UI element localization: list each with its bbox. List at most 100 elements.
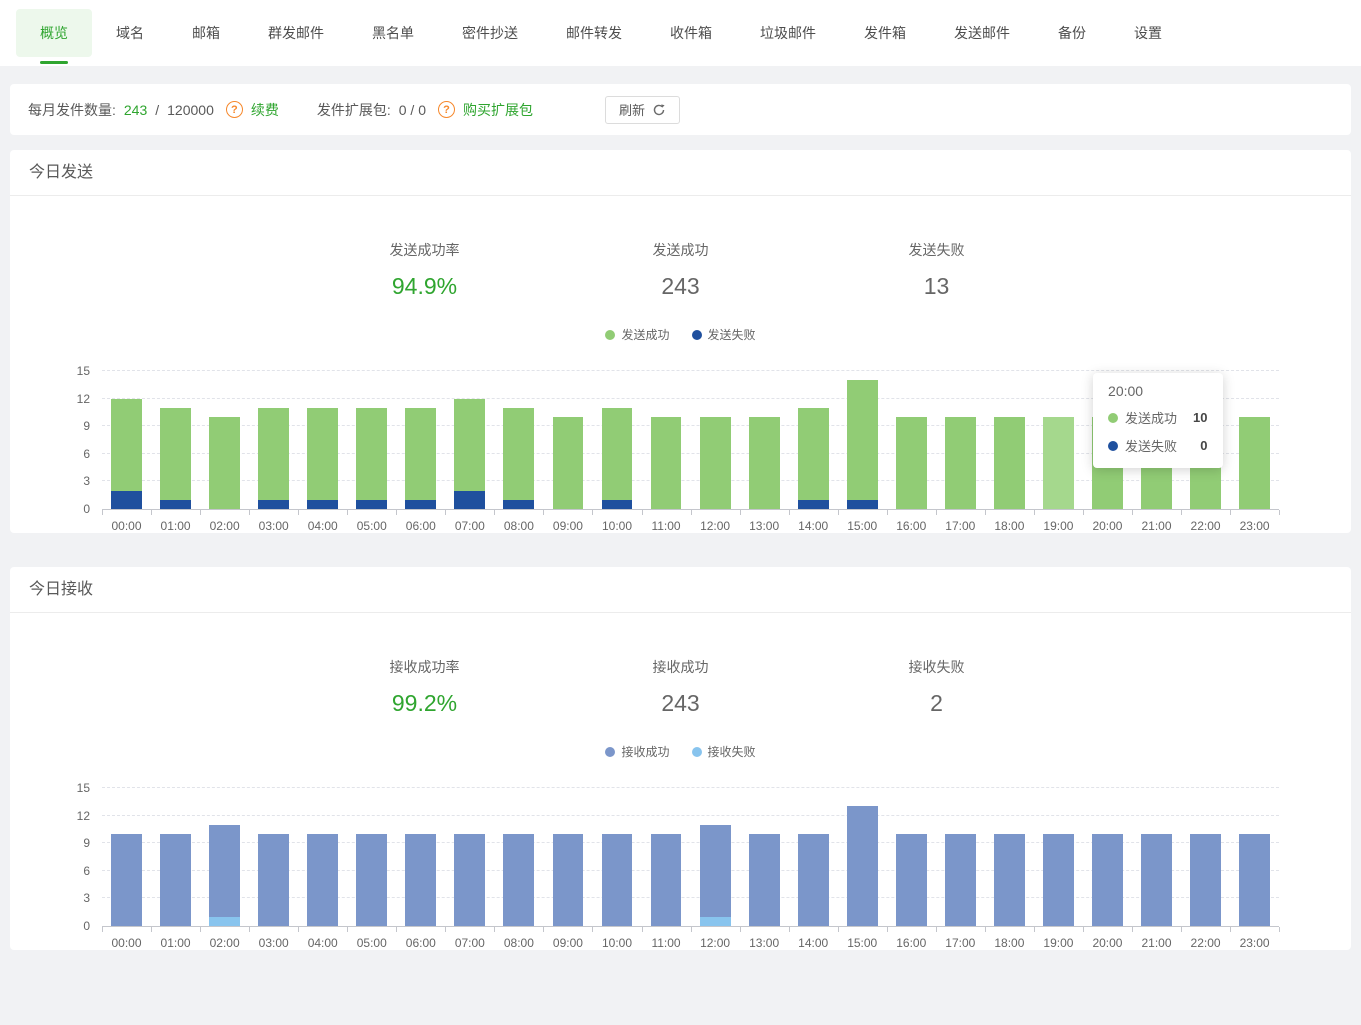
bar-04:00: [307, 371, 338, 509]
bar-column-23:00[interactable]: [1230, 371, 1279, 509]
legend-dot-icon: [605, 747, 615, 757]
bar-column-12:00[interactable]: [691, 788, 740, 926]
bar-column-22:00[interactable]: [1181, 788, 1230, 926]
monthly-quota-help-icon[interactable]: ?: [226, 101, 243, 118]
bar-column-16:00[interactable]: [887, 371, 936, 509]
bar-column-19:00[interactable]: [1034, 788, 1083, 926]
bar-column-04:00[interactable]: [298, 371, 347, 509]
bar-12:00: [700, 788, 731, 926]
tab-outbox[interactable]: 发件箱: [840, 9, 930, 57]
bar-column-06:00[interactable]: [396, 371, 445, 509]
tab-inbox[interactable]: 收件箱: [646, 9, 736, 57]
buy-extension-link[interactable]: 购买扩展包: [463, 100, 533, 120]
bar-column-08:00[interactable]: [494, 371, 543, 509]
发送成功-segment: [356, 408, 387, 500]
接收成功-segment: [356, 834, 387, 926]
tab-settings[interactable]: 设置: [1110, 9, 1186, 57]
发送成功-segment: [209, 417, 240, 509]
发送成功-segment: [798, 408, 829, 500]
tab-backup[interactable]: 备份: [1034, 9, 1110, 57]
bar-column-02:00[interactable]: [200, 371, 249, 509]
tab-spam[interactable]: 垃圾邮件: [736, 9, 840, 57]
bar-column-23:00[interactable]: [1230, 788, 1279, 926]
tab-overview[interactable]: 概览: [16, 9, 92, 57]
receive-legend-item[interactable]: 接收成功: [605, 743, 669, 760]
bar-column-07:00[interactable]: [445, 371, 494, 509]
receive-stat-value: 99.2%: [370, 690, 480, 717]
bar-00:00: [111, 371, 142, 509]
bar-column-02:00[interactable]: [200, 788, 249, 926]
bar-column-06:00[interactable]: [396, 788, 445, 926]
bar-column-00:00[interactable]: [102, 788, 151, 926]
bar-14:00: [798, 371, 829, 509]
renew-link[interactable]: 续费: [251, 100, 279, 120]
send-legend-label: 发送成功: [621, 326, 669, 343]
bar-column-18:00[interactable]: [985, 371, 1034, 509]
bar-23:00: [1239, 371, 1270, 509]
bar-column-15:00[interactable]: [838, 371, 887, 509]
legend-dot-icon: [692, 330, 702, 340]
bar-column-17:00[interactable]: [936, 371, 985, 509]
bar-column-10:00[interactable]: [592, 371, 641, 509]
bar-column-03:00[interactable]: [249, 371, 298, 509]
bar-column-12:00[interactable]: [691, 371, 740, 509]
bar-column-17:00[interactable]: [936, 788, 985, 926]
receive-chart-x-axis: 00:0001:0002:0003:0004:0005:0006:0007:00…: [102, 936, 1279, 950]
发送成功-segment: [258, 408, 289, 500]
tab-domain[interactable]: 域名: [92, 9, 168, 57]
send-legend-item[interactable]: 发送成功: [605, 326, 669, 343]
receive-stat-0: 接收成功率99.2%: [370, 657, 480, 717]
bar-column-03:00[interactable]: [249, 788, 298, 926]
send-legend-item[interactable]: 发送失败: [692, 326, 756, 343]
bar-column-18:00[interactable]: [985, 788, 1034, 926]
bar-column-09:00[interactable]: [543, 371, 592, 509]
bar-column-09:00[interactable]: [543, 788, 592, 926]
bar-column-13:00[interactable]: [740, 788, 789, 926]
bar-column-14:00[interactable]: [789, 371, 838, 509]
接收失败-segment: [209, 917, 240, 926]
bar-column-19:00[interactable]: [1034, 371, 1083, 509]
x-axis-label: 04:00: [298, 519, 347, 533]
x-axis-label: 21:00: [1132, 936, 1181, 950]
bar-column-20:00[interactable]: [1083, 788, 1132, 926]
bar-column-14:00[interactable]: [789, 788, 838, 926]
tab-bcc[interactable]: 密件抄送: [438, 9, 542, 57]
bar-08:00: [503, 371, 534, 509]
发送成功-segment: [307, 408, 338, 500]
bar-column-04:00[interactable]: [298, 788, 347, 926]
y-axis-label: 3: [83, 475, 90, 487]
tab-mailbox[interactable]: 邮箱: [168, 9, 244, 57]
bar-column-11:00[interactable]: [642, 788, 691, 926]
bar-column-15:00[interactable]: [838, 788, 887, 926]
bar-14:00: [798, 788, 829, 926]
bar-column-05:00[interactable]: [347, 788, 396, 926]
tab-bulk-mail[interactable]: 群发邮件: [244, 9, 348, 57]
x-axis-label: 03:00: [249, 519, 298, 533]
bar-column-01:00[interactable]: [151, 371, 200, 509]
bar-19:00: [1043, 788, 1074, 926]
bar-column-11:00[interactable]: [642, 371, 691, 509]
bar-column-10:00[interactable]: [592, 788, 641, 926]
发送失败-segment: [405, 500, 436, 509]
bar-column-01:00[interactable]: [151, 788, 200, 926]
发送失败-segment: [847, 500, 878, 509]
x-axis-label: 23:00: [1230, 936, 1279, 950]
receive-legend-item[interactable]: 接收失败: [692, 743, 756, 760]
bar-column-13:00[interactable]: [740, 371, 789, 509]
x-axis-label: 02:00: [200, 519, 249, 533]
bar-column-07:00[interactable]: [445, 788, 494, 926]
refresh-button[interactable]: 刷新: [605, 96, 680, 124]
y-axis-label: 0: [83, 920, 90, 932]
bar-column-05:00[interactable]: [347, 371, 396, 509]
bar-column-21:00[interactable]: [1132, 788, 1181, 926]
extension-pack-help-icon[interactable]: ?: [438, 101, 455, 118]
tab-blacklist[interactable]: 黑名单: [348, 9, 438, 57]
发送成功-segment: [503, 408, 534, 500]
bar-column-16:00[interactable]: [887, 788, 936, 926]
tab-mail-forward[interactable]: 邮件转发: [542, 9, 646, 57]
tab-send-mail[interactable]: 发送邮件: [930, 9, 1034, 57]
receive-legend-label: 接收成功: [621, 743, 669, 760]
bar-column-08:00[interactable]: [494, 788, 543, 926]
bar-column-00:00[interactable]: [102, 371, 151, 509]
接收成功-segment: [503, 834, 534, 926]
